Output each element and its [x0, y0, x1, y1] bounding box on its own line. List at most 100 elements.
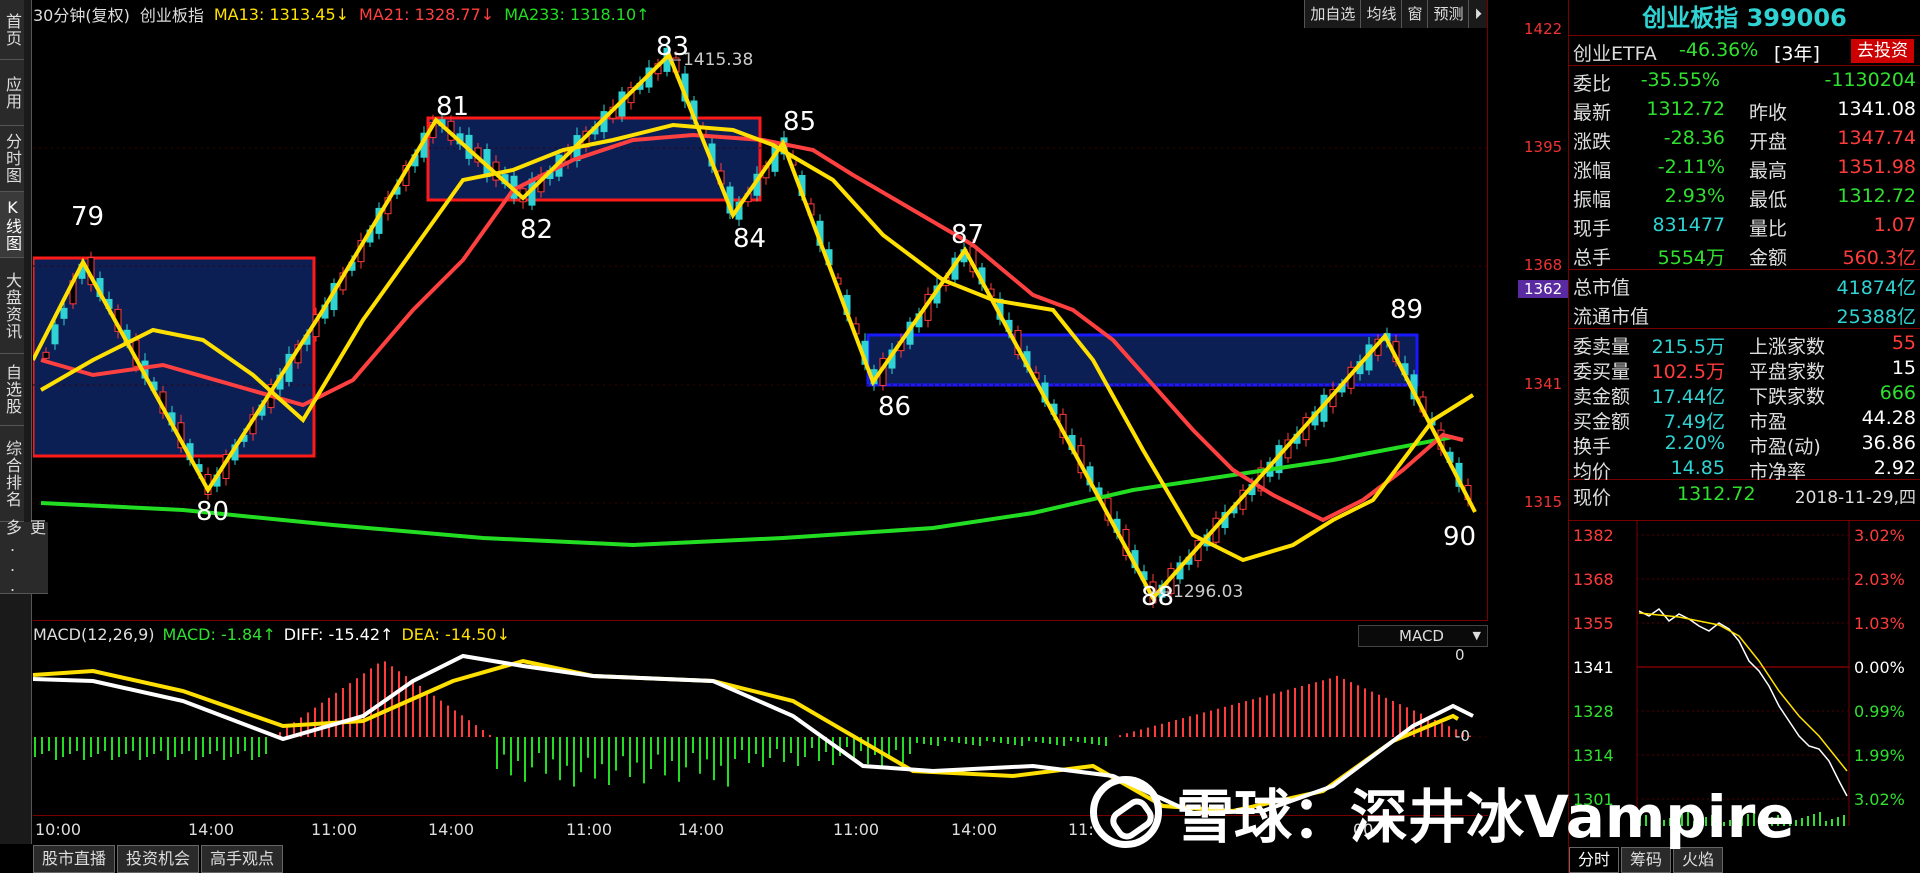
stat-value-2: 36.86: [1861, 432, 1916, 454]
etf-label[interactable]: 创业ETFA: [1573, 39, 1657, 66]
add-watchlist-button[interactable]: 加自选: [1304, 0, 1361, 28]
mini-price-tick: 1382: [1573, 526, 1614, 545]
price-tick: 1368: [1524, 256, 1563, 274]
mini-percent-tick: 3.02%: [1854, 526, 1905, 545]
tab-market-news[interactable]: 大盘资讯: [0, 258, 24, 354]
etf-row[interactable]: 创业ETFA -46.36% [3年] 去投资: [1569, 36, 1920, 65]
kline-chart[interactable]: 79 80 81 82 83 84 85 86 87 88 89 90 1415…: [33, 0, 1569, 620]
mv-label: 流通市值: [1573, 306, 1650, 328]
tab-watchlist[interactable]: 自选股: [0, 354, 24, 426]
quote-row: 现手 831477 量比 1.07: [1569, 211, 1920, 240]
quote-value-2: 1341.08: [1837, 98, 1916, 120]
time-tick: 11:00: [566, 820, 613, 839]
mini-price-tick: 1314: [1573, 746, 1614, 765]
consolidation-box-3: [866, 333, 1419, 387]
quote-title: 创业板指 399006: [1569, 0, 1920, 36]
window-button[interactable]: 窗: [1401, 0, 1428, 28]
tab-apps[interactable]: 应用: [0, 60, 24, 126]
mini-volume-bar: [1843, 815, 1845, 826]
quote-label-2: 金额: [1749, 247, 1788, 269]
kline-canvas: 79 80 81 82 83 84 85 86 87 88 89 90 1415…: [33, 32, 1488, 612]
etf-period: [3年]: [1774, 43, 1820, 65]
quote-value-2: -1130204: [1824, 69, 1916, 91]
mini-volume-bar: [1807, 816, 1809, 826]
market-stat-row: 委卖量 215.5万 上涨家数 55: [1569, 329, 1920, 358]
quote-label-2: 最高: [1749, 160, 1788, 182]
now-value: 1312.72: [1677, 483, 1756, 505]
forecast-button[interactable]: 预测: [1427, 0, 1469, 28]
stat-value: 2.20%: [1664, 432, 1725, 454]
quote-value: -28.36: [1663, 127, 1725, 149]
mini-volume-bar: [1825, 821, 1827, 826]
chevron-down-icon: ▼: [1472, 629, 1481, 642]
period-label[interactable]: 30分钟(复权): [33, 2, 130, 26]
stat-value-2: 55: [1891, 332, 1916, 354]
wave-label-81: 81: [436, 92, 469, 122]
dea-value: DEA: -14.50↓: [401, 625, 510, 644]
stat-value: 14.85: [1670, 457, 1725, 479]
quote-row: 涨跌 -28.36 开盘 1347.74: [1569, 124, 1920, 153]
macd-params: MACD(12,26,9): [33, 625, 155, 644]
ma-settings-button[interactable]: 均线: [1360, 0, 1402, 28]
mini-volume-bar: [1819, 812, 1821, 826]
tab-timeshare[interactable]: 分时图: [0, 126, 24, 192]
ma21-readout: MA21: 1328.77↓: [359, 4, 495, 24]
wave-label-80: 80: [196, 497, 229, 527]
mini-price-tick: 1355: [1573, 614, 1614, 633]
high-marker-label: 1415.38: [683, 50, 753, 70]
tab-ranking[interactable]: 综合排名: [0, 426, 24, 522]
tab-home[interactable]: 首页: [0, 0, 24, 60]
quote-value: 2.93%: [1664, 185, 1725, 207]
quote-label-2: 量比: [1749, 218, 1788, 240]
wave-label-84: 84: [733, 224, 766, 254]
time-tick: 14:00: [951, 820, 998, 839]
now-label: 现价: [1573, 487, 1612, 509]
bottom-tabs: 股市直播 投资机会 高手观点: [33, 845, 285, 873]
mini-volume-bar: [1813, 814, 1815, 826]
mini-percent-tick: 0.00%: [1854, 658, 1905, 677]
quote-value-2: 1.07: [1873, 214, 1916, 236]
market-stat-row: 均价 14.85 市净率 2.92: [1569, 454, 1920, 483]
quote-value: -35.55%: [1640, 69, 1720, 91]
candle: [51, 324, 59, 345]
indicator-select-value: MACD: [1399, 627, 1444, 645]
quote-label: 涨跌: [1573, 131, 1612, 153]
time-tick: 11:00: [311, 820, 358, 839]
quote-row: 最新 1312.72 昨收 1341.08: [1569, 95, 1920, 124]
watermark-text: 雪球：深井冰Vampire: [1176, 783, 1795, 851]
market-value-row: 流通市值 25388亿: [1569, 299, 1920, 328]
quote-value-2: 1351.98: [1837, 156, 1916, 178]
candle: [60, 307, 68, 319]
mini-price-tick: 1328: [1573, 702, 1614, 721]
time-tick: 14:00: [428, 820, 475, 839]
price-date-row: 现价 1312.72 2018-11-29,四: [1569, 480, 1920, 509]
quote-value-2: 1312.72: [1837, 185, 1916, 207]
intraday-price-line: [1638, 607, 1848, 797]
market-stat-row: 换手 2.20% 市盈(动) 36.86: [1569, 429, 1920, 458]
market-value-rows: 总市值 41874亿 流通市值 25388亿: [1569, 270, 1920, 328]
quote-rows: 委比 -35.55% -1130204 最新 1312.72 昨收 1341.08 涨跌 -28…: [1569, 66, 1920, 269]
time-tick: 14:00: [188, 820, 235, 839]
stat-value-2: 666: [1879, 382, 1916, 404]
tab-expert-views[interactable]: 高手观点: [201, 845, 284, 873]
tab-kline[interactable]: K线图: [0, 192, 24, 258]
wave-label-88: 88: [1141, 582, 1174, 612]
ma13-readout: MA13: 1313.45↓: [213, 4, 350, 24]
quote-row: 总手 5554万 金额 560.3亿: [1569, 240, 1920, 269]
indicator-select[interactable]: MACD ▼: [1358, 625, 1488, 647]
macd-zero-label: 0: [1455, 646, 1465, 664]
quote-date: 2018-11-29,四: [1794, 488, 1916, 508]
mv-label: 总市值: [1573, 277, 1631, 299]
quote-value: -2.11%: [1657, 156, 1725, 178]
tab-live[interactable]: 股市直播: [33, 845, 116, 873]
macd-histogram: [34, 661, 1471, 787]
wave-label-90: 90: [1443, 522, 1476, 552]
mv-value: 25388亿: [1836, 306, 1916, 328]
collapse-panel-icon[interactable]: ⏵: [1468, 0, 1487, 28]
invest-button[interactable]: 去投资: [1851, 39, 1914, 63]
quote-label-2: 开盘: [1749, 131, 1788, 153]
market-stat-row: 卖金额 17.44亿 下跌家数 666: [1569, 379, 1920, 408]
stat-value-2: 2.92: [1873, 457, 1916, 479]
tab-opportunities[interactable]: 投资机会: [117, 845, 200, 873]
mini-volume-bar: [1801, 818, 1803, 826]
